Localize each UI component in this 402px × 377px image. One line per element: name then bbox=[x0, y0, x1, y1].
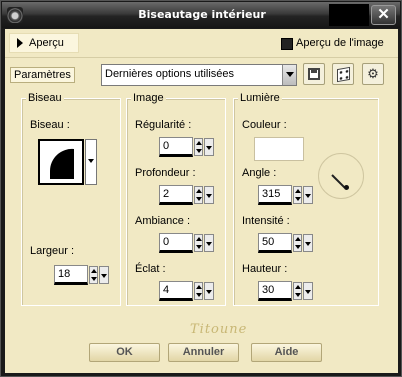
image-group: Image Régularité : 0 Profondeur : 2 Ambi… bbox=[126, 92, 226, 306]
bevel-shape-label: Biseau : bbox=[30, 119, 70, 131]
width-dropdown-arrow[interactable] bbox=[99, 266, 109, 284]
titlebar-blank-area bbox=[329, 4, 369, 26]
expand-arrow-icon bbox=[17, 38, 23, 48]
shininess-value: 4 bbox=[163, 284, 170, 296]
angle-label: Angle : bbox=[242, 167, 277, 179]
cancel-button[interactable]: Annuler bbox=[168, 343, 239, 362]
height-up-down-arrows[interactable] bbox=[293, 282, 302, 300]
width-label: Largeur : bbox=[30, 245, 75, 257]
camera-icon[interactable] bbox=[7, 7, 23, 23]
width-up-down-arrows[interactable] bbox=[89, 266, 98, 284]
smoothness-value: 0 bbox=[163, 140, 170, 152]
angle-up-down-arrows[interactable] bbox=[293, 186, 302, 204]
depth-spinner[interactable]: 2 bbox=[159, 185, 214, 205]
smoothness-up-down-arrows[interactable] bbox=[194, 138, 203, 156]
intensity-label: Intensité : bbox=[242, 215, 290, 227]
dice-icon bbox=[337, 66, 350, 83]
preview-bar: Aperçu Aperçu de l'image bbox=[9, 31, 394, 55]
presets-value: Dernières options utilisées bbox=[105, 68, 235, 80]
close-button[interactable]: ✕ bbox=[371, 5, 396, 25]
divider bbox=[5, 57, 398, 58]
light-color-swatch[interactable] bbox=[254, 137, 304, 161]
shininess-up-down-arrows[interactable] bbox=[194, 282, 203, 300]
ambience-label: Ambiance : bbox=[135, 215, 191, 227]
presets-dropdown[interactable]: Dernières options utilisées bbox=[101, 64, 297, 86]
depth-input[interactable]: 2 bbox=[159, 185, 193, 205]
watermark-signature: Titoune bbox=[190, 322, 248, 337]
presets-label: Paramètres bbox=[10, 67, 75, 83]
help-button[interactable]: Aide bbox=[251, 343, 322, 362]
angle-dial[interactable] bbox=[318, 153, 364, 199]
preview-toggle-label: Aperçu bbox=[29, 37, 64, 49]
randomize-button[interactable] bbox=[332, 63, 354, 85]
dialog-window: Biseautage intérieur ✕ Aperçu Aperçu de … bbox=[0, 0, 402, 377]
shininess-input[interactable]: 4 bbox=[159, 281, 193, 301]
ambience-input[interactable]: 0 bbox=[159, 233, 193, 253]
smoothness-input[interactable]: 0 bbox=[159, 137, 193, 157]
width-value: 18 bbox=[58, 268, 71, 280]
light-group: Lumière Couleur : Angle : 315 Intensité … bbox=[233, 92, 379, 306]
manage-presets-button[interactable]: ⚙ bbox=[362, 63, 384, 85]
bevel-shape-preview[interactable] bbox=[38, 139, 84, 185]
ambience-dropdown-arrow[interactable] bbox=[204, 234, 214, 252]
height-label: Hauteur : bbox=[242, 263, 288, 275]
intensity-input[interactable]: 50 bbox=[258, 233, 292, 253]
title-bar[interactable]: Biseautage intérieur ✕ bbox=[2, 2, 400, 28]
window-title: Biseautage intérieur bbox=[138, 8, 266, 21]
depth-up-down-arrows[interactable] bbox=[194, 186, 203, 204]
width-spinner[interactable]: 18 bbox=[54, 265, 109, 285]
angle-knob[interactable] bbox=[344, 185, 349, 190]
height-input[interactable]: 30 bbox=[258, 281, 292, 301]
presets-row: Paramètres Dernières options utilisées ⚙ bbox=[5, 59, 398, 91]
intensity-value: 50 bbox=[262, 236, 275, 248]
bevel-group: Biseau Biseau : Largeur : 18 bbox=[21, 92, 121, 306]
shininess-label: Éclat : bbox=[135, 263, 166, 275]
width-input[interactable]: 18 bbox=[54, 265, 88, 285]
save-preset-button[interactable] bbox=[303, 63, 325, 85]
angle-spinner[interactable]: 315 bbox=[258, 185, 313, 205]
close-icon: ✕ bbox=[377, 6, 390, 23]
smoothness-dropdown-arrow[interactable] bbox=[204, 138, 214, 156]
height-spinner[interactable]: 30 bbox=[258, 281, 313, 301]
image-preview-label: Aperçu de l'image bbox=[296, 37, 384, 49]
smoothness-label: Régularité : bbox=[135, 119, 192, 131]
image-preview-checkbox[interactable] bbox=[281, 38, 293, 50]
angle-value: 315 bbox=[262, 188, 281, 200]
shininess-spinner[interactable]: 4 bbox=[159, 281, 214, 301]
intensity-dropdown-arrow[interactable] bbox=[303, 234, 313, 252]
light-group-title: Lumière bbox=[238, 92, 282, 104]
angle-dropdown-arrow[interactable] bbox=[303, 186, 313, 204]
height-value: 30 bbox=[262, 284, 275, 296]
bevel-group-title: Biseau bbox=[26, 92, 64, 104]
ok-button[interactable]: OK bbox=[89, 343, 160, 362]
ambience-up-down-arrows[interactable] bbox=[194, 234, 203, 252]
depth-value: 2 bbox=[163, 188, 170, 200]
ambience-value: 0 bbox=[163, 236, 170, 248]
image-group-title: Image bbox=[131, 92, 166, 104]
intensity-up-down-arrows[interactable] bbox=[293, 234, 302, 252]
bevel-shape-dropdown[interactable] bbox=[85, 139, 97, 185]
preset-manager-icon: ⚙ bbox=[367, 66, 379, 81]
depth-label: Profondeur : bbox=[135, 167, 196, 179]
ambience-spinner[interactable]: 0 bbox=[159, 233, 214, 253]
color-label: Couleur : bbox=[242, 119, 287, 131]
smoothness-spinner[interactable]: 0 bbox=[159, 137, 214, 157]
angle-input[interactable]: 315 bbox=[258, 185, 292, 205]
intensity-spinner[interactable]: 50 bbox=[258, 233, 313, 253]
bevel-shape-icon bbox=[49, 148, 74, 179]
height-dropdown-arrow[interactable] bbox=[303, 282, 313, 300]
shininess-dropdown-arrow[interactable] bbox=[204, 282, 214, 300]
chevron-down-icon[interactable] bbox=[282, 65, 296, 85]
depth-dropdown-arrow[interactable] bbox=[204, 186, 214, 204]
floppy-disk-icon bbox=[308, 68, 320, 80]
dialog-body: Aperçu Aperçu de l'image Paramètres Dern… bbox=[5, 29, 398, 373]
preview-toggle-button[interactable]: Aperçu bbox=[9, 33, 79, 53]
